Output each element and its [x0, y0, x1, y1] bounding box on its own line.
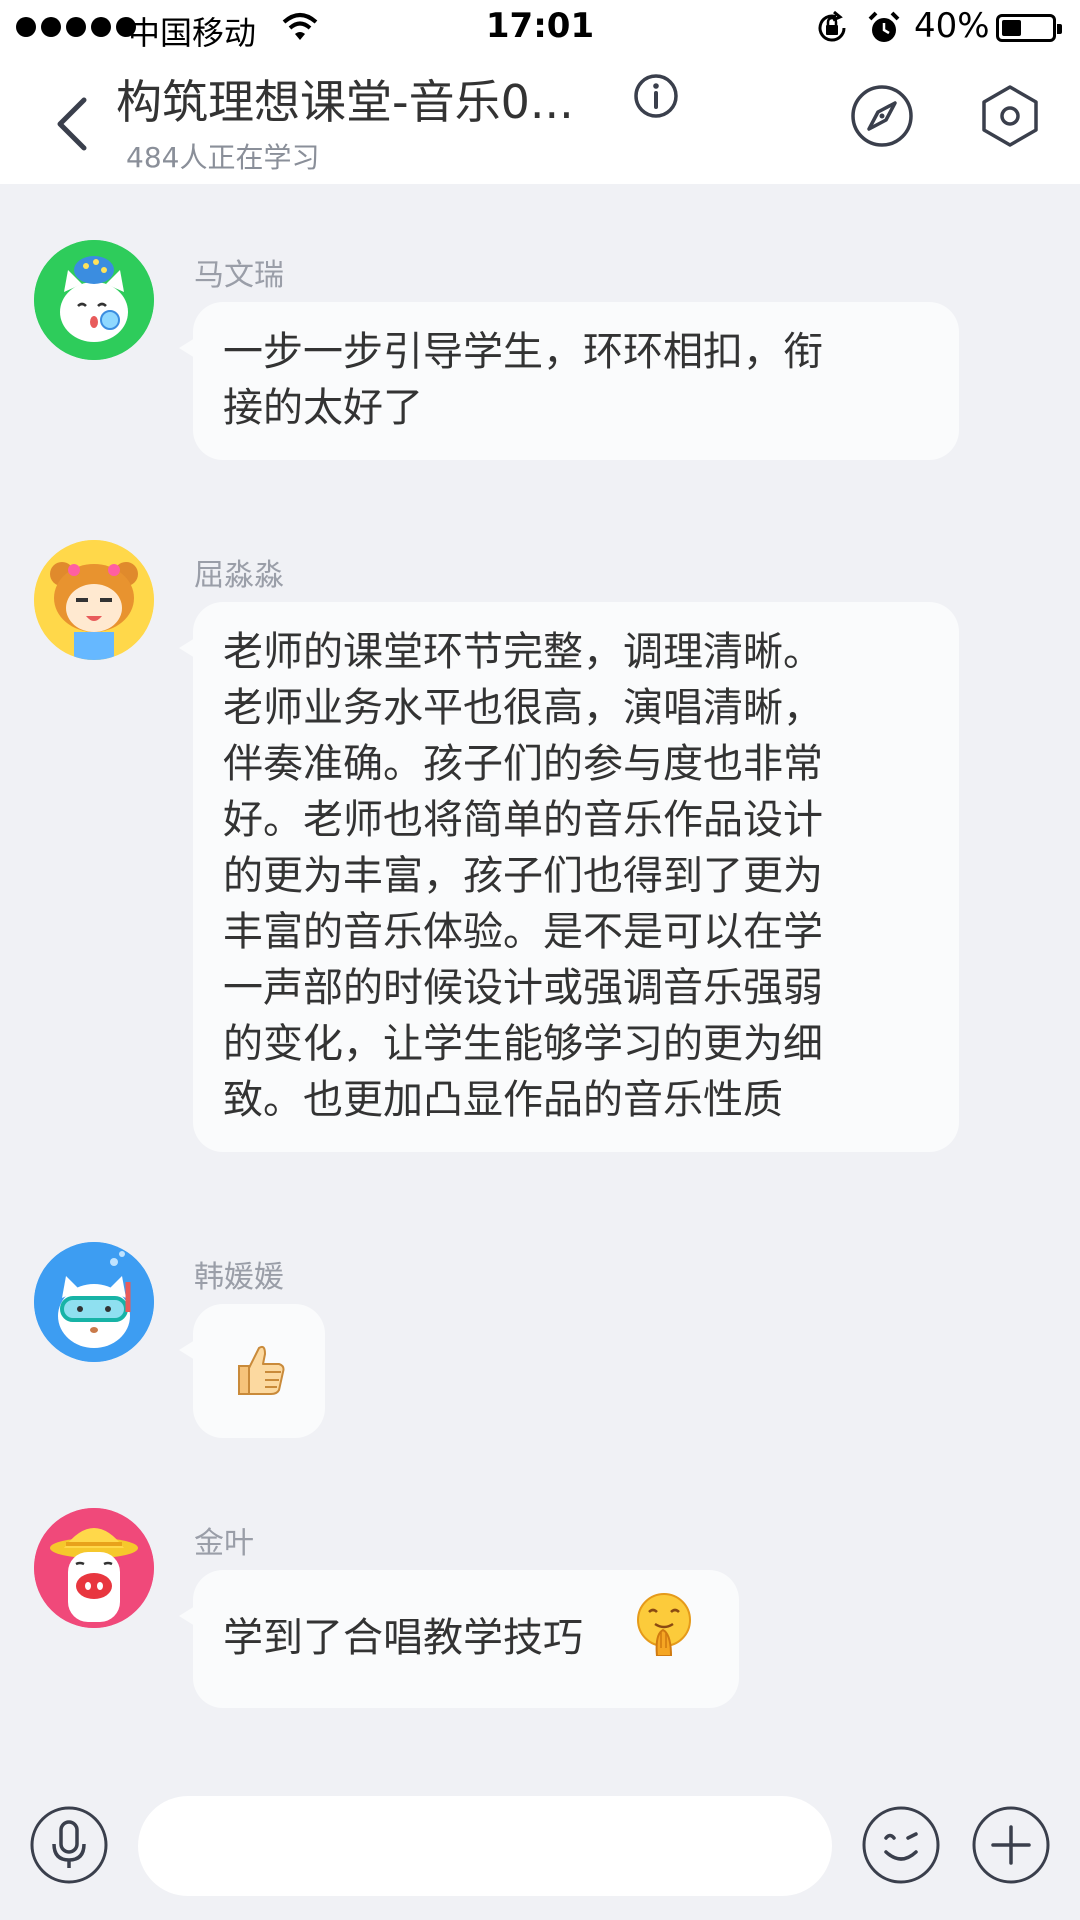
- plus-icon[interactable]: [972, 1806, 1050, 1884]
- message-line: 丰富的音乐体验。是不是可以在学: [223, 909, 823, 955]
- rotation-lock-icon: [818, 10, 846, 42]
- microphone-icon[interactable]: [30, 1806, 108, 1884]
- compass-icon[interactable]: [850, 84, 914, 148]
- message-bubble[interactable]: 老师的课堂环节完整，调理清晰。 老师业务水平也很高，演唱清晰， 伴奏准确。孩子们…: [179, 602, 959, 1152]
- message-line: 一步一步引导学生，环环相扣，衔: [223, 329, 823, 375]
- message-line: 老师的课堂环节完整，调理清晰。: [223, 629, 823, 675]
- message-bubble[interactable]: 一步一步引导学生，环环相扣，衔 接的太好了: [179, 302, 959, 460]
- message-bubble[interactable]: 学到了合唱教学技巧: [179, 1570, 739, 1708]
- message-line: 老师业务水平也很高，演唱清晰，: [223, 685, 823, 731]
- message-line: 一声部的时候设计或强调音乐强弱: [223, 965, 823, 1011]
- message-input[interactable]: [138, 1796, 832, 1896]
- alarm-icon: [868, 11, 900, 42]
- battery-icon: [996, 14, 1062, 42]
- chat-header: 构筑理想课堂-音乐0... 484人正在学习: [0, 56, 1080, 184]
- sender-name: 韩媛媛: [194, 1260, 284, 1295]
- thumbs-up-icon: [238, 1345, 285, 1395]
- cat-whistle-avatar-icon[interactable]: [34, 240, 154, 360]
- input-bar: [0, 1784, 1080, 1920]
- back-chevron-icon[interactable]: [48, 92, 96, 156]
- pig-sunhat-avatar-icon[interactable]: [34, 1508, 154, 1628]
- smiley-icon[interactable]: [862, 1806, 940, 1884]
- message-line: 致。也更加凸显作品的音乐性质: [223, 1077, 783, 1123]
- sender-name: 马文瑞: [194, 258, 284, 293]
- message-line: 的变化，让学生能够学习的更为细: [223, 1021, 823, 1067]
- message-line: 伴奏准确。孩子们的参与度也非常: [223, 741, 823, 787]
- message-line: 学到了合唱教学技巧: [223, 1615, 583, 1661]
- tiger-costume-avatar-icon[interactable]: [34, 540, 154, 660]
- info-icon[interactable]: [632, 72, 680, 120]
- status-bar: 中国移动 17:01 40%: [0, 0, 1080, 56]
- message-line: 好。老师也将简单的音乐作品设计: [223, 797, 823, 843]
- sender-name: 屈淼淼: [194, 558, 284, 593]
- sender-name: 金叶: [194, 1526, 254, 1561]
- message-line: 的更为丰富，孩子们也得到了更为: [223, 853, 823, 899]
- message-bubble[interactable]: [179, 1304, 325, 1438]
- group-title[interactable]: 构筑理想课堂-音乐0...: [116, 66, 574, 132]
- shushing-face-icon: [637, 1593, 691, 1656]
- battery-percent: 40%: [914, 6, 990, 46]
- learner-count: 484人正在学习: [126, 141, 320, 174]
- hexagon-settings-icon[interactable]: [980, 84, 1040, 148]
- cat-snorkel-avatar-icon[interactable]: [34, 1242, 154, 1362]
- message-list[interactable]: 马文瑞 一步一步引导学生，环环相扣，衔 接的太好了 屈淼淼 老师的课堂环节完整，…: [0, 184, 1080, 1784]
- message-line: 接的太好了: [223, 385, 423, 431]
